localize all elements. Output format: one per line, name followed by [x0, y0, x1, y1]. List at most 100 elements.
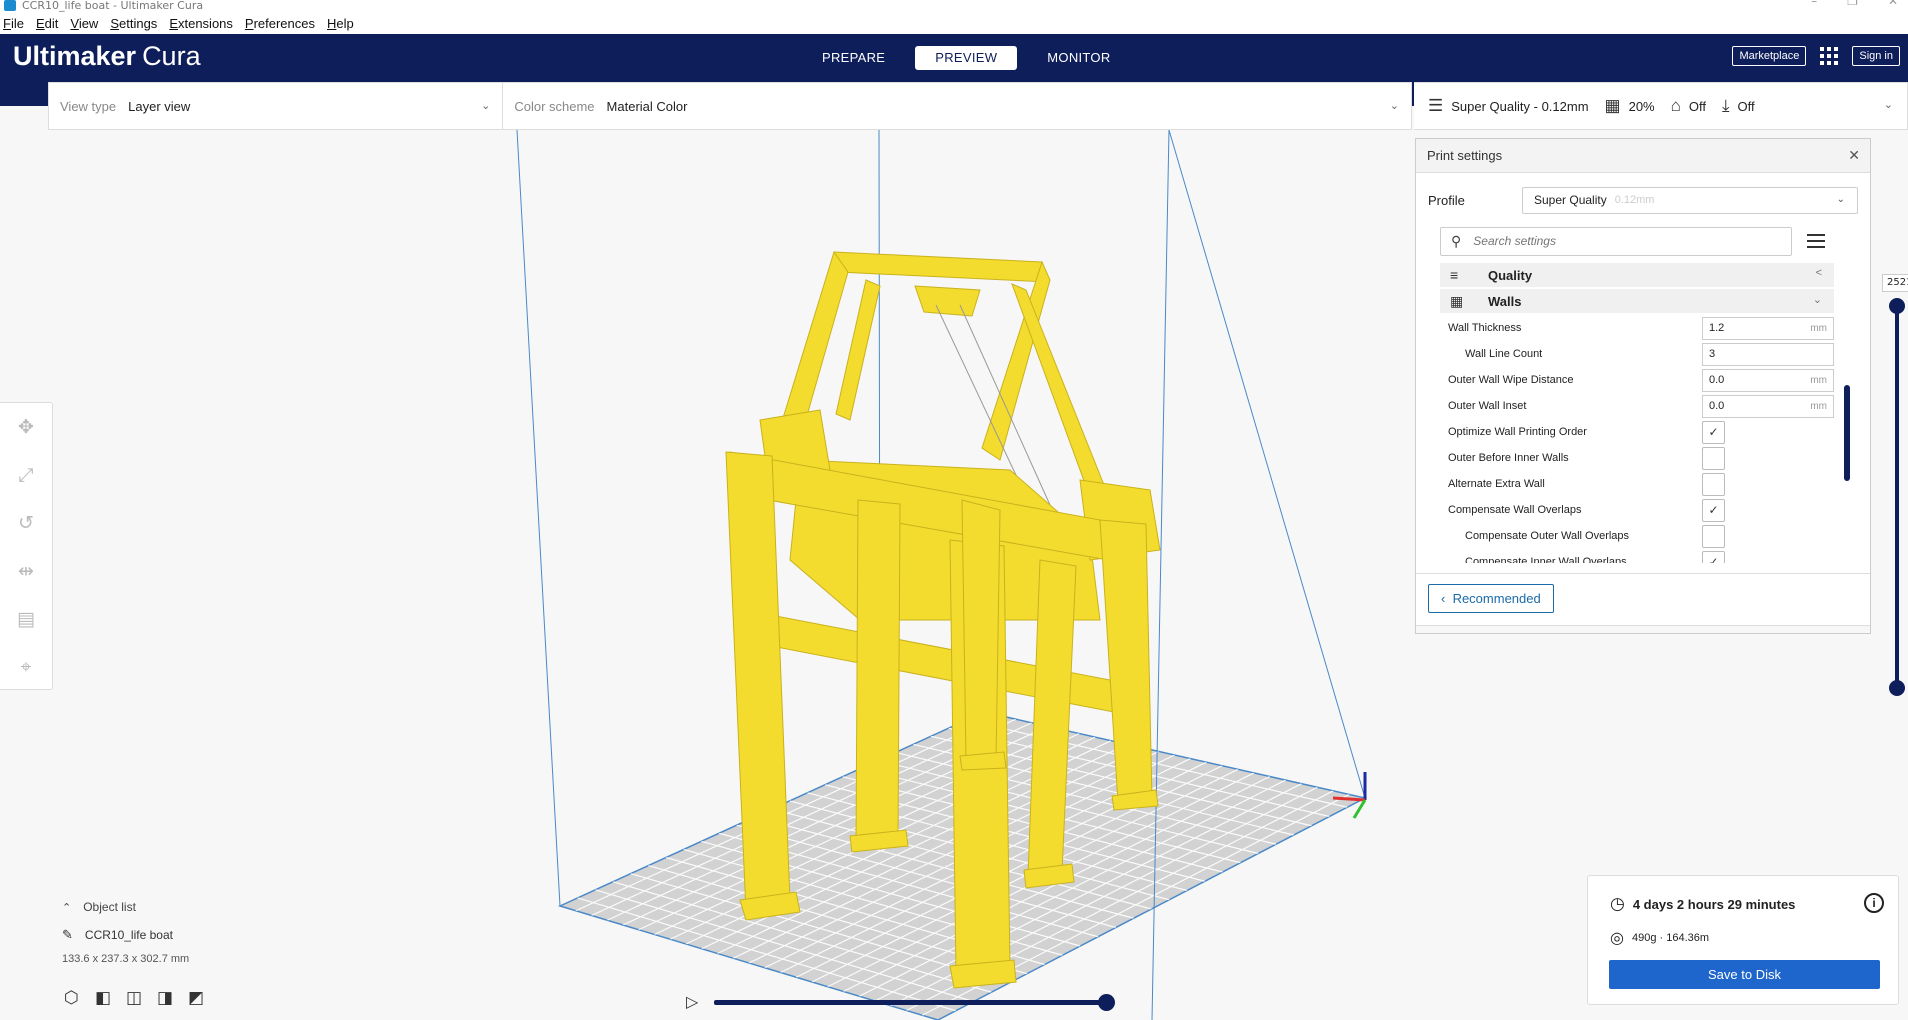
- sliders-icon: ☰: [1428, 96, 1444, 115]
- logo-product: Cura: [142, 41, 201, 71]
- search-input[interactable]: [1473, 234, 1764, 248]
- pencil-icon: ✎: [62, 927, 73, 942]
- summary-infill-value: 20%: [1628, 98, 1655, 114]
- setting-checkbox[interactable]: [1702, 524, 1725, 548]
- close-window-icon[interactable]: ✕: [1888, 0, 1898, 7]
- setting-row: Compensate Wall Overlaps ✓: [1440, 497, 1834, 523]
- setting-unit: mm: [1810, 400, 1827, 412]
- right-view-icon[interactable]: ◩: [188, 988, 208, 1008]
- setting-value: 1.2: [1709, 322, 1725, 334]
- menu-file[interactable]: File: [3, 16, 24, 31]
- setting-input[interactable]: 0.0 mm: [1702, 368, 1834, 392]
- recommended-label: Recommended: [1452, 591, 1541, 606]
- settings-search-row: ⚲: [1416, 217, 1870, 257]
- window-controls: – ❐ ✕: [1811, 0, 1898, 7]
- maximize-icon[interactable]: ❐: [1847, 0, 1858, 7]
- camera-view-buttons: ⬡ ◧ ◫ ◨ ◩: [64, 988, 208, 1008]
- setting-input[interactable]: 3: [1702, 342, 1834, 366]
- move-tool-icon[interactable]: ✥: [14, 415, 38, 439]
- layer-slider-upper-handle[interactable]: [1889, 298, 1905, 314]
- front-view-icon[interactable]: ◧: [95, 988, 115, 1008]
- setting-checkbox[interactable]: [1702, 472, 1725, 496]
- logo-brand: Ultimaker: [13, 41, 137, 71]
- info-icon[interactable]: i: [1864, 893, 1884, 913]
- menu-edit[interactable]: Edit: [36, 16, 58, 31]
- setting-unit: mm: [1810, 322, 1827, 334]
- object-list-item[interactable]: ✎ CCR10_life boat: [62, 927, 189, 943]
- setting-value: 0.0: [1709, 400, 1725, 412]
- apps-grid-icon[interactable]: [1820, 47, 1839, 65]
- tab-prepare[interactable]: PREPARE: [806, 46, 901, 70]
- profile-layer-height: 0.12mm: [1614, 194, 1655, 206]
- color-scheme-dropdown[interactable]: Color scheme Material Color ⌄: [503, 83, 1411, 129]
- tab-monitor[interactable]: MONITOR: [1031, 46, 1126, 70]
- setting-input[interactable]: 1.2 mm: [1702, 316, 1834, 340]
- mirror-tool-icon[interactable]: ⇹: [14, 559, 38, 583]
- print-settings-header: Print settings ✕: [1416, 139, 1870, 173]
- setting-row: Outer Wall Inset 0.0 mm: [1440, 393, 1834, 419]
- chevron-up-icon: ⌃: [62, 901, 72, 914]
- chevron-down-icon: ⌄: [481, 100, 491, 112]
- save-to-disk-button[interactable]: Save to Disk: [1609, 960, 1880, 989]
- adhesion-icon: ⤓: [1722, 96, 1730, 115]
- play-icon[interactable]: ▷: [686, 992, 698, 1011]
- setting-label: Outer Wall Inset: [1448, 400, 1527, 412]
- summary-profile-label: Super Quality - 0.12mm: [1451, 98, 1589, 114]
- simulation-playback: ▷: [686, 992, 1116, 1014]
- settings-list: ≡ Quality < ▦ Walls ⌄ Wall Thickness 1.2 m…: [1416, 257, 1870, 563]
- support-blocker-icon[interactable]: ⌖: [14, 655, 38, 679]
- material-estimate-value: 490g · 164.36m: [1631, 932, 1710, 944]
- object-list: ⌃ Object list ✎ CCR10_life boat 133.6 x …: [62, 900, 189, 965]
- view-type-dropdown[interactable]: View type Layer view ⌄: [49, 83, 504, 129]
- search-icon: ⚲: [1451, 232, 1462, 249]
- layer-slider-lower-handle[interactable]: [1889, 680, 1905, 696]
- setting-checkbox-checked[interactable]: ✓: [1702, 550, 1725, 563]
- category-walls[interactable]: ▦ Walls ⌄: [1440, 289, 1834, 313]
- 3d-view-icon[interactable]: ⬡: [64, 988, 84, 1008]
- setting-input[interactable]: 0.0 mm: [1702, 394, 1834, 418]
- tab-preview[interactable]: PREVIEW: [915, 46, 1018, 70]
- settings-menu-icon[interactable]: [1807, 234, 1825, 248]
- category-quality[interactable]: ≡ Quality <: [1440, 263, 1834, 287]
- menu-settings[interactable]: Settings: [110, 16, 157, 31]
- settings-scrollbar[interactable]: [1844, 385, 1850, 481]
- menu-extensions[interactable]: Extensions: [169, 16, 233, 31]
- setting-checkbox-checked[interactable]: ✓: [1702, 420, 1725, 444]
- setting-checkbox-checked[interactable]: ✓: [1702, 498, 1725, 522]
- summary-adhesion: ⤓ Off: [1722, 96, 1755, 116]
- top-view-icon[interactable]: ◫: [126, 988, 146, 1008]
- print-settings-footer: ‹ Recommended: [1416, 573, 1870, 623]
- panel-resize-handle[interactable]: [1416, 625, 1870, 633]
- profile-label: Profile: [1428, 192, 1465, 208]
- per-model-settings-icon[interactable]: ▤: [14, 607, 38, 631]
- quality-icon: ≡: [1450, 267, 1459, 283]
- layer-slider-track: [1895, 306, 1899, 688]
- playback-track[interactable]: [714, 1000, 1106, 1005]
- scale-tool-icon[interactable]: ⤢: [14, 463, 38, 487]
- print-settings-title: Print settings: [1427, 148, 1503, 163]
- sign-in-button[interactable]: Sign in: [1852, 46, 1900, 66]
- marketplace-button[interactable]: Marketplace: [1732, 46, 1807, 66]
- object-list-toggle[interactable]: ⌃ Object list: [62, 900, 189, 914]
- summary-infill: ▦ 20%: [1605, 96, 1655, 116]
- menu-view[interactable]: View: [70, 16, 98, 31]
- setting-row: Alternate Extra Wall: [1440, 471, 1834, 497]
- profile-row: Profile Super Quality 0.12mm ⌄: [1416, 173, 1870, 217]
- view-options-bar: View type Layer view ⌄ Color scheme Mate…: [48, 82, 1412, 130]
- setting-checkbox[interactable]: [1702, 446, 1725, 470]
- close-icon[interactable]: ✕: [1848, 147, 1860, 164]
- color-scheme-value: Material Color: [606, 98, 688, 114]
- playback-handle[interactable]: [1098, 994, 1115, 1011]
- layer-slider[interactable]: [1887, 290, 1908, 710]
- left-view-icon[interactable]: ◨: [157, 988, 177, 1008]
- recommended-button[interactable]: ‹ Recommended: [1428, 584, 1554, 613]
- minimize-icon[interactable]: –: [1811, 0, 1817, 7]
- print-settings-summary[interactable]: ☰ Super Quality - 0.12mm ▦ 20% ⌂ Off ⤓ O…: [1414, 82, 1908, 130]
- menu-help[interactable]: Help: [327, 16, 354, 31]
- setting-unit: mm: [1810, 374, 1827, 386]
- setting-row: Outer Wall Wipe Distance 0.0 mm: [1440, 367, 1834, 393]
- profile-dropdown[interactable]: Super Quality 0.12mm ⌄: [1522, 186, 1858, 214]
- menu-preferences[interactable]: Preferences: [245, 16, 315, 31]
- rotate-tool-icon[interactable]: ↺: [14, 511, 38, 535]
- walls-icon: ▦: [1450, 292, 1464, 309]
